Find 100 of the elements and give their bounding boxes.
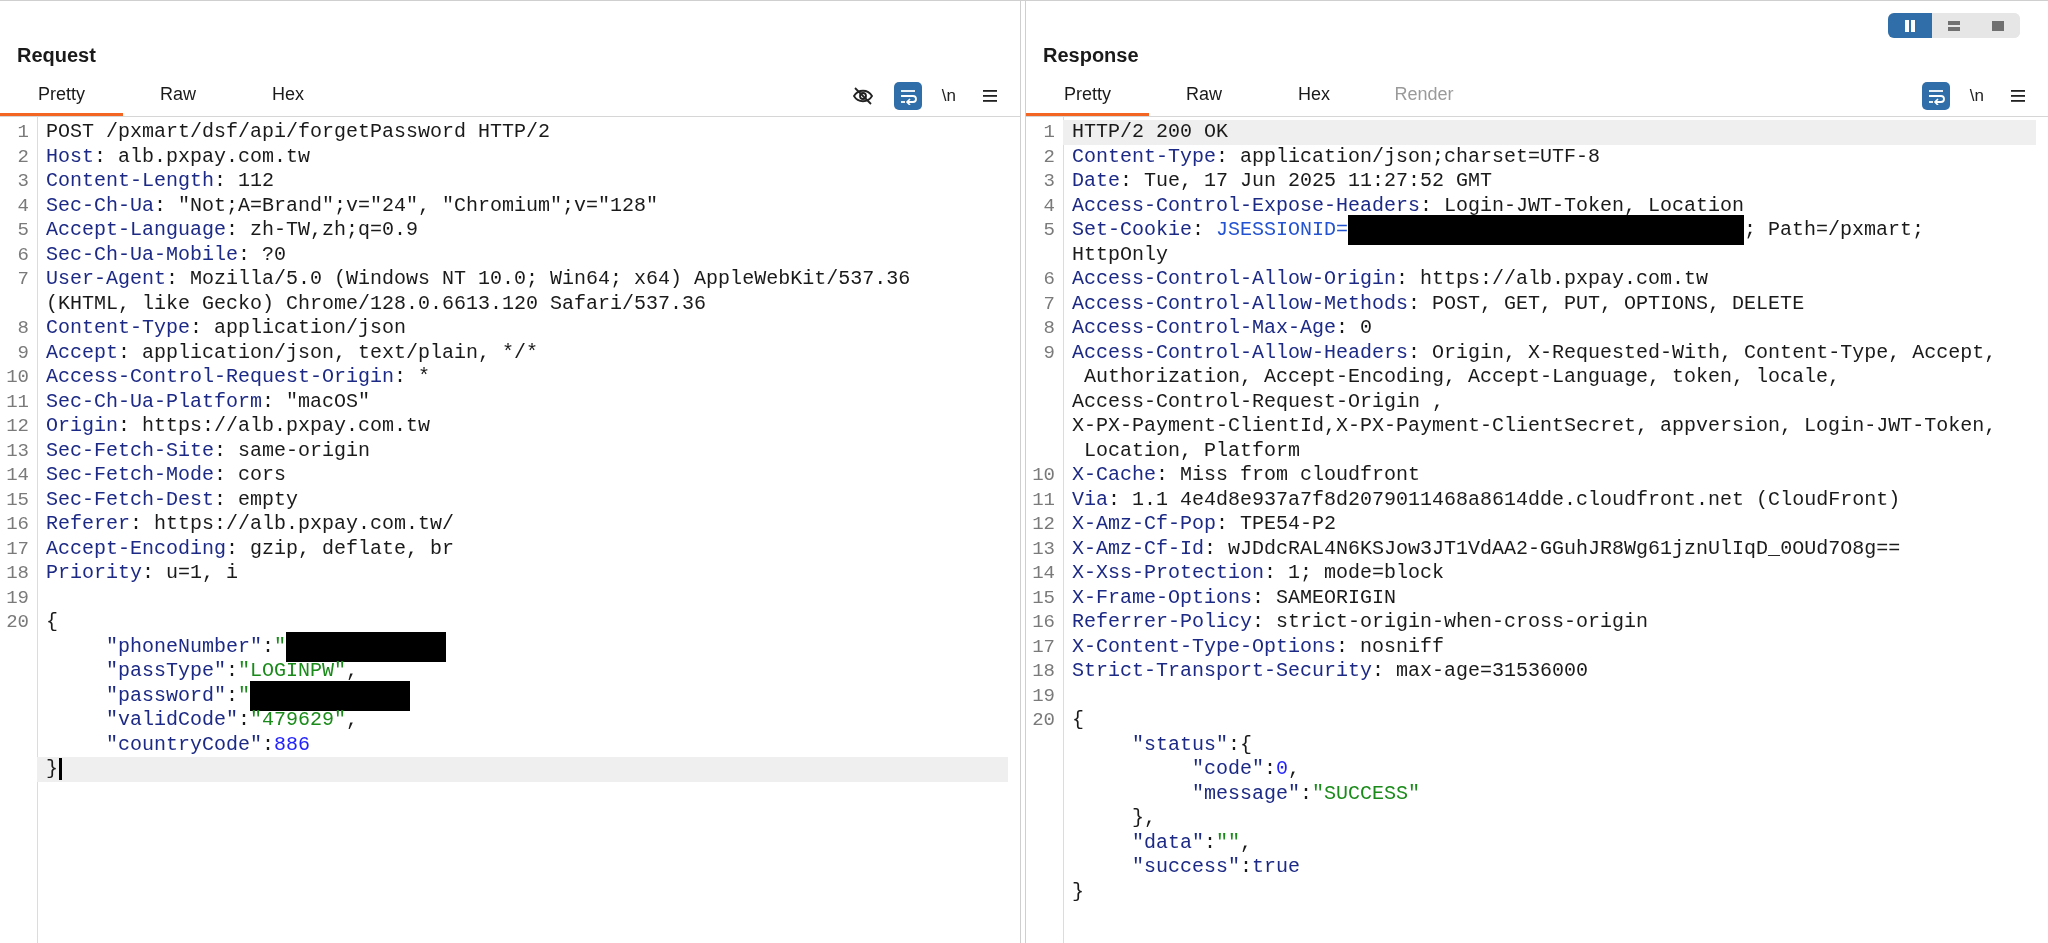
line-number: 2 (1043, 145, 1055, 168)
line-number: 5 (17, 219, 29, 241)
code-line: Content-Type: application/json;charset=UTF-8 (1072, 144, 1601, 169)
eye-slash-icon (851, 85, 874, 107)
line-number: 9 (17, 341, 29, 364)
line-number: 14 (6, 464, 29, 486)
code-line: Sec-Ch-Ua-Platform: "macOS" (46, 389, 371, 414)
line-number: 10 (6, 366, 29, 388)
newline-toggle[interactable]: \n (938, 82, 959, 110)
code-line: HTTP/2 200 OK (1072, 120, 1229, 145)
code-line: Access-Control-Allow-Methods: POST, GET, PUT, OPTIONS, DELETE (1072, 291, 1805, 316)
line-number: 7 (1043, 292, 1055, 315)
line-number: 20 (1032, 709, 1055, 731)
tab[interactable]: Pretty (1026, 76, 1149, 116)
code-line: "status":{ (1131, 732, 1253, 757)
line-number: 19 (1032, 684, 1055, 707)
line-number: 20 (6, 611, 29, 633)
code-line: "countryCode":886 (105, 732, 311, 757)
line-number: 11 (1032, 488, 1055, 511)
code-line: Strict-Transport-Security: max-age=31536000 (1072, 659, 1589, 684)
tab[interactable]: Raw (1149, 76, 1259, 116)
code-line: POST /pxmart/dsf/api/forgetPassword HTTP/2 (46, 120, 551, 145)
line-number: 4 (1043, 194, 1055, 217)
line-number: 15 (1032, 586, 1055, 609)
code-line: "code":0, (1191, 757, 1301, 782)
line-number: 12 (1032, 513, 1055, 535)
code-line: Sec-Fetch-Site: same-origin (46, 438, 371, 463)
code-line: X-PX-Payment-ClientId,X-PX-Payment-ClientSecret, appversion, Login-JWT-Token, (1072, 414, 1997, 439)
code-line: Access-Control-Request-Origin , (1072, 389, 1445, 414)
line-number: 6 (17, 243, 29, 266)
wrap-toggle[interactable] (893, 82, 922, 110)
code-line: "data":"", (1131, 830, 1253, 855)
line-number: 18 (6, 562, 29, 584)
code-line: User-Agent: Mozilla/5.0 (Windows NT 10.0; Win64; x64) AppleWebKit/537.36 (46, 267, 911, 292)
line-number: 17 (6, 537, 29, 560)
line-number: 15 (6, 488, 29, 511)
code-line: X-Frame-Options: SAMEORIGIN (1072, 585, 1397, 610)
line-number: 14 (1032, 562, 1055, 584)
code-line: Content-Length: 112 (46, 169, 275, 194)
code-line: X-Content-Type-Options: nosniff (1072, 634, 1445, 659)
code-line: Sec-Fetch-Mode: cors (46, 463, 287, 488)
code-line: Access-Control-Max-Age: 0 (1072, 316, 1373, 341)
line-number: 8 (17, 317, 29, 339)
line-number: 8 (1043, 317, 1055, 339)
line-number: 18 (1032, 660, 1055, 682)
line-number: 1 (1043, 121, 1055, 143)
code-line: Priority: u=1, i (46, 561, 239, 586)
tab[interactable]: Pretty (0, 76, 123, 116)
code-line: X-Cache: Miss from cloudfront (1072, 463, 1421, 488)
code-line: Referer: https://alb.pxpay.com.tw/ (46, 512, 455, 537)
line-number: 4 (17, 194, 29, 217)
tab[interactable]: Hex (1259, 76, 1369, 116)
code-line: X-Amz-Cf-Pop: TPE54-P2 (1072, 512, 1337, 537)
line-number: 3 (17, 170, 29, 192)
code-line: Access-Control-Allow-Headers: Origin, X-Requested-With, Content-Type, Accept, (1072, 340, 1997, 365)
code-line: }, (1131, 806, 1156, 831)
code-line: X-Amz-Cf-Id: wJDdcRAL4N6KSJow3JT1VdAA2-GGuhJR8Wg61jznUlIqD_0OUd7O8g== (1072, 536, 1901, 561)
line-number: 17 (1032, 635, 1055, 658)
line-number: 16 (1032, 611, 1055, 633)
code-line: Host: alb.pxpay.com.tw (46, 144, 311, 169)
code-line: Location, Platform (1083, 438, 1301, 463)
line-number: 5 (1043, 219, 1055, 241)
code-line: Authorization, Accept-Encoding, Accept-Language, token, locale, (1083, 365, 1841, 390)
line-number: 11 (6, 390, 29, 413)
code-line: "success":true (1131, 855, 1301, 880)
menu-icon (2010, 89, 2026, 103)
code-line: Sec-Ch-Ua: "Not;A=Brand";v="24", "Chromium";v="128" (46, 193, 659, 218)
code-line: Access-Control-Allow-Origin: https://alb.pxpay.com.tw (1072, 267, 1709, 292)
line-number: 13 (6, 439, 29, 462)
line-number: 13 (1032, 537, 1055, 560)
code-line: Referrer-Policy: strict-origin-when-cross-origin (1072, 610, 1649, 635)
line-number: 1 (17, 121, 29, 143)
code-line: (KHTML, like Gecko) Chrome/128.0.6613.120 Safari/537.36 (46, 291, 707, 316)
line-number: 10 (1032, 464, 1055, 486)
code-line: Via: 1.1 4e4d8e937a7f8d2079011468a8614dde.cloudfront.net (CloudFront) (1072, 487, 1901, 512)
newline-toggle[interactable]: \n (1966, 82, 1987, 110)
code-line: Access-Control-Request-Origin: * (46, 365, 431, 390)
line-number: 2 (17, 145, 29, 168)
code-line: Origin: https://alb.pxpay.com.tw (46, 414, 431, 439)
columns-layout-button[interactable] (1888, 13, 1932, 38)
code-line: "validCode":"479629", (105, 708, 359, 733)
code-line: Content-Type: application/json (46, 316, 407, 341)
code-line: { (1072, 708, 1084, 733)
line-number: 3 (1043, 170, 1055, 192)
line-number: 7 (17, 268, 29, 290)
code-line: "message":"SUCCESS" (1191, 781, 1421, 806)
code-line: Accept-Encoding: gzip, deflate, br (46, 536, 455, 561)
wrap-icon (898, 87, 917, 105)
code-line: X-Xss-Protection: 1; mode=block (1072, 561, 1445, 586)
code-line: Accept-Language: zh-TW,zh;q=0.9 (46, 218, 419, 243)
code-line: Accept: application/json, text/plain, */* (46, 340, 539, 365)
code-line: Sec-Fetch-Dest: empty (46, 487, 299, 512)
tab[interactable]: Raw (123, 76, 233, 116)
code-line: } (1072, 879, 1084, 904)
tab[interactable]: Hex (233, 76, 343, 116)
wrap-icon (1926, 87, 1945, 105)
line-number: 9 (1043, 341, 1055, 364)
code-line: Date: Tue, 17 Jun 2025 11:27:52 GMT (1072, 169, 1493, 194)
code-line: } (46, 757, 62, 782)
wrap-toggle[interactable] (1921, 82, 1950, 110)
